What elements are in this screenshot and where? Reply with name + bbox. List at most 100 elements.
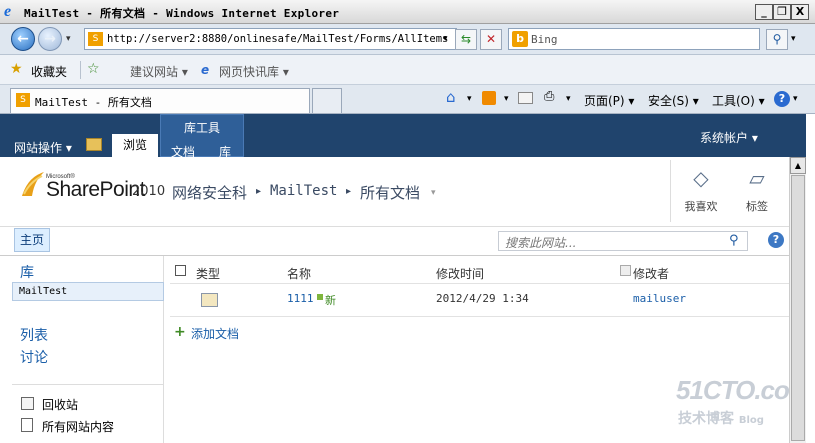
col-name[interactable]: 名称 (287, 265, 311, 282)
col-modified[interactable]: 修改时间 (436, 265, 484, 282)
nav-discussions-heading[interactable]: 讨论 (20, 347, 48, 367)
minimize-button[interactable]: _ (755, 4, 773, 20)
favorites-star-icon: ★ (10, 61, 23, 77)
window-title: MailTest - 所有文档 - Windows Internet Explo… (24, 7, 340, 20)
site-actions-menu[interactable]: 网站操作 ▾ (14, 139, 72, 156)
address-text: http://server2:8880/onlinesafe/MailTest/… (107, 33, 449, 45)
logo-year: 2010 (132, 184, 166, 199)
breadcrumb-view[interactable]: 所有文档 (360, 182, 420, 203)
tags-notes-button[interactable]: ▱ 标签 (738, 166, 776, 214)
col-type[interactable]: 类型 (196, 265, 220, 282)
web-slice-gallery-link[interactable]: 网页快讯库 ▾ (219, 63, 289, 80)
print-dropdown-icon[interactable]: ▾ (566, 94, 571, 104)
new-badge-icon (317, 294, 323, 300)
new-tab-button[interactable] (312, 88, 342, 113)
print-icon[interactable]: ⎙ (544, 89, 554, 104)
library-tools-label: 库工具 (184, 121, 221, 135)
refresh-icon[interactable]: ⇆ (455, 29, 477, 50)
safety-menu[interactable]: 安全(S) ▾ (648, 92, 699, 109)
read-mail-icon[interactable] (518, 92, 533, 104)
browser-search-box[interactable]: b Bing (508, 28, 760, 50)
nav-lists-heading[interactable]: 列表 (20, 325, 48, 345)
navigate-up-icon[interactable] (86, 138, 102, 151)
sharepoint-logo-icon (20, 170, 46, 198)
divider (80, 61, 81, 79)
new-badge-text: 新 (325, 294, 336, 307)
doc-modified: 2012/4/29 1:34 (436, 292, 529, 305)
tag-icon: ◇ (693, 166, 709, 190)
library-tools-group: 库工具 文档 库 (160, 114, 244, 159)
divider (170, 283, 789, 284)
divider (170, 316, 789, 317)
tab-favicon-icon: S (16, 93, 30, 107)
nav-home[interactable]: 主页 (14, 228, 50, 252)
bing-icon: b (512, 31, 528, 47)
logo-sharepoint: SharePoint (46, 178, 145, 201)
tags-label: 标签 (746, 200, 768, 213)
sp-help-icon[interactable]: ? (768, 232, 784, 248)
window-edge (806, 114, 815, 443)
suggested-sites-link[interactable]: 建议网站 ▾ (130, 63, 188, 80)
nav-recycle-bin[interactable]: 回收站 (42, 396, 78, 413)
watermark-subtitle-cn: 技术博客 (678, 411, 734, 427)
stop-icon[interactable]: ✕ (480, 29, 502, 50)
recycle-bin-icon (21, 397, 34, 410)
search-go-icon[interactable]: ⚲ (766, 29, 788, 50)
breadcrumb-separator: ▸ (256, 186, 262, 197)
vertical-scrollbar[interactable]: ▲ (789, 157, 806, 443)
home-dropdown-icon[interactable]: ▾ (467, 94, 472, 104)
view-dropdown-icon[interactable]: ▾ (431, 188, 436, 198)
add-favorite-icon[interactable]: ☆ (87, 61, 100, 77)
scroll-up-arrow-icon[interactable]: ▲ (790, 157, 806, 174)
history-dropdown-icon[interactable]: ▾ (66, 34, 71, 44)
address-dropdown-icon[interactable]: ▾ (443, 34, 448, 44)
nav-libraries-heading[interactable]: 库 (20, 262, 34, 282)
feed-dropdown-icon[interactable]: ▾ (504, 94, 509, 104)
i-like-it-button[interactable]: ◇ 我喜欢 (682, 166, 720, 214)
watermark-subtitle: 技术博客 Blog (678, 408, 764, 428)
browser-tab-title: MailTest - 所有文档 (35, 96, 152, 109)
rss-feed-icon[interactable] (482, 91, 496, 105)
select-all-checkbox[interactable] (175, 265, 186, 276)
browser-search-placeholder: Bing (531, 33, 558, 46)
home-icon[interactable]: ⌂ (446, 88, 456, 106)
breadcrumb-library[interactable]: MailTest (270, 183, 337, 199)
help-dropdown-icon[interactable]: ▾ (793, 94, 798, 104)
tools-menu[interactable]: 工具(O) ▾ (712, 92, 765, 109)
restore-button[interactable]: ❐ (773, 4, 791, 20)
forward-button[interactable]: → (38, 27, 62, 51)
page-menu[interactable]: 页面(P) ▾ (584, 92, 634, 109)
address-bar[interactable]: S http://server2:8880/onlinesafe/MailTes… (84, 28, 457, 50)
search-options-icon[interactable]: ▾ (791, 34, 796, 44)
nav-all-site-content[interactable]: 所有网站内容 (42, 418, 114, 435)
i-like-it-label: 我喜欢 (684, 200, 718, 213)
user-menu[interactable]: 系统帐户 ▾ (700, 129, 758, 146)
favorites-bar: ★ 收藏夹 ☆ b 建议网站 ▾ e 网页快讯库 ▾ (0, 55, 815, 133)
favorites-button[interactable]: 收藏夹 (31, 63, 67, 80)
back-button[interactable]: ← (11, 27, 35, 51)
help-icon[interactable]: ? (774, 91, 790, 107)
tab-browse[interactable]: 浏览 (112, 134, 158, 157)
tab-bar: S MailTest - 所有文档 ⌂ ▾ ▾ ⎙ ▾ 页面(P) ▾ 安全(S… (0, 85, 815, 114)
note-icon: ▱ (749, 166, 765, 190)
site-search-input[interactable]: 搜索此网站... ⚲ (498, 231, 748, 251)
doc-name-link[interactable]: 1111 (287, 292, 314, 305)
browser-tab-active[interactable]: S MailTest - 所有文档 (10, 88, 310, 113)
window-titlebar: e MailTest - 所有文档 - Windows Internet Exp… (0, 0, 815, 24)
col-modified-by[interactable]: 修改者 (633, 265, 669, 282)
watermark-subtitle-en: Blog (738, 415, 764, 426)
scroll-thumb[interactable] (791, 175, 805, 441)
divider (12, 384, 164, 385)
nav-library-mailtest[interactable]: MailTest (12, 282, 164, 301)
close-window-button[interactable]: X (791, 4, 809, 20)
add-document-link[interactable]: 添加文档 (191, 325, 239, 342)
all-site-content-icon (21, 418, 33, 432)
page-favicon-icon: S (88, 32, 103, 46)
email-document-icon[interactable] (201, 293, 218, 307)
divider (670, 160, 671, 222)
web-slice-icon: e (201, 63, 210, 77)
breadcrumb-site[interactable]: 网络安全科 (172, 182, 247, 203)
doc-modified-by-link[interactable]: mailuser (633, 292, 686, 305)
ie-logo-icon: e (4, 3, 12, 20)
search-icon[interactable]: ⚲ (729, 233, 739, 248)
